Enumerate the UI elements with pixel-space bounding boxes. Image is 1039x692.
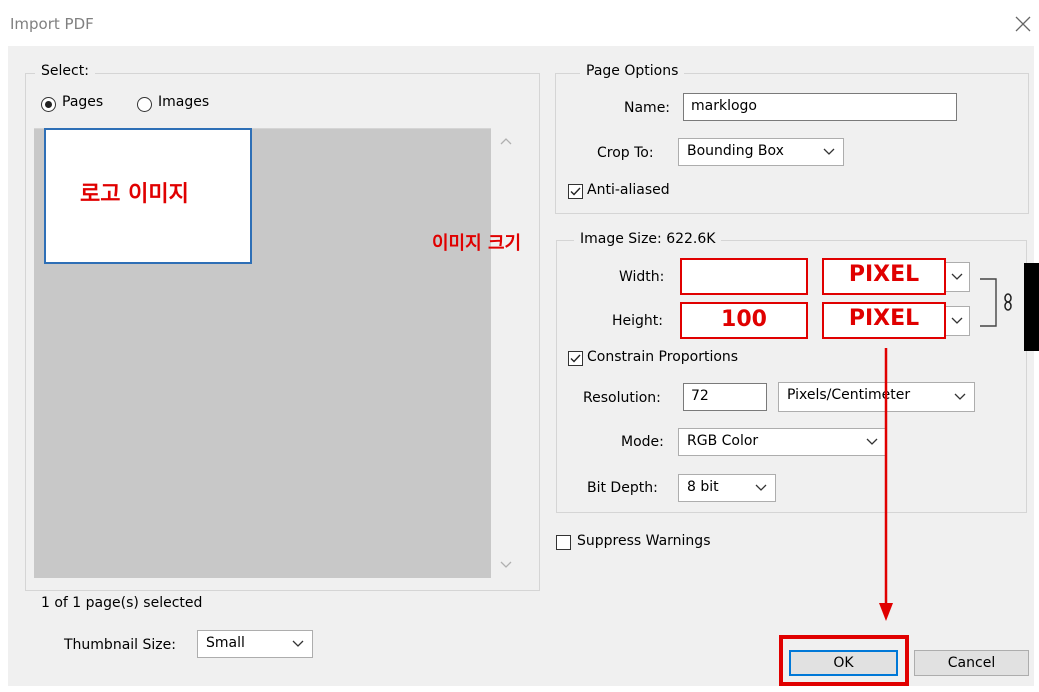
preview-scrollbar[interactable]	[491, 128, 521, 578]
cancel-button[interactable]: Cancel	[914, 650, 1029, 676]
page-thumbnail[interactable]: 로고 이미지	[44, 128, 252, 264]
chevron-down-icon	[755, 484, 767, 492]
mode-value: RGB Color	[687, 433, 759, 449]
pages-radio[interactable]	[41, 97, 56, 112]
crop-to-select[interactable]: Bounding Box	[678, 138, 844, 166]
crop-to-label: Crop To:	[597, 145, 654, 161]
chevron-down-icon	[823, 148, 835, 156]
suppress-warnings-checkbox[interactable]	[556, 535, 571, 550]
image-size-legend: Image Size: 622.6K	[574, 231, 722, 247]
name-label: Name:	[624, 100, 671, 116]
image-size-annotation: 이미지 크기	[432, 233, 522, 254]
thumbnail-size-value: Small	[206, 635, 245, 651]
bit-depth-value: 8 bit	[687, 479, 719, 495]
images-radio[interactable]	[137, 97, 152, 112]
chevron-down-icon	[292, 640, 304, 648]
select-legend: Select:	[35, 63, 95, 79]
close-icon[interactable]	[1013, 14, 1033, 34]
resolution-label: Resolution:	[583, 390, 661, 406]
title-bar	[0, 0, 1039, 45]
bit-depth-label: Bit Depth:	[587, 480, 658, 496]
height-unit-value: PIXEL	[848, 306, 920, 331]
constrain-proportions-label: Constrain Proportions	[587, 349, 739, 365]
window-title: Import PDF	[10, 15, 94, 33]
images-radio-label: Images	[158, 94, 210, 110]
thumbnail-size-select[interactable]: Small	[197, 630, 313, 658]
height-unit-box: PIXEL	[822, 302, 946, 339]
thumbnail-size-label: Thumbnail Size:	[64, 637, 176, 653]
width-label: Width:	[619, 269, 665, 285]
suppress-warnings-label: Suppress Warnings	[577, 533, 711, 549]
thumbnail-annotation: 로고 이미지	[80, 182, 189, 207]
height-input[interactable]: 100	[680, 302, 808, 339]
anti-aliased-label: Anti-aliased	[587, 182, 670, 198]
chevron-down-icon	[951, 317, 963, 325]
anti-aliased-checkbox[interactable]	[568, 184, 583, 199]
width-unit-value: PIXEL	[848, 262, 920, 287]
ok-button[interactable]: OK	[789, 650, 898, 676]
name-input[interactable]: marklogo	[683, 93, 957, 121]
pages-radio-label: Pages	[62, 94, 104, 110]
mode-label: Mode:	[621, 434, 664, 450]
page-options-legend: Page Options	[580, 63, 685, 79]
height-value: 100	[721, 307, 767, 332]
mode-select[interactable]: RGB Color	[678, 428, 887, 456]
bit-depth-select[interactable]: 8 bit	[678, 474, 776, 502]
width-unit-box: PIXEL	[822, 258, 946, 295]
chevron-down-icon	[951, 273, 963, 281]
width-input[interactable]	[680, 258, 808, 295]
link-proportions-icon[interactable]	[980, 276, 1020, 332]
resolution-input[interactable]: 72	[683, 383, 767, 411]
constrain-proportions-checkbox[interactable]	[568, 351, 583, 366]
scroll-edge-bar	[1024, 263, 1039, 351]
chevron-down-icon	[954, 393, 966, 401]
crop-to-value: Bounding Box	[687, 143, 784, 159]
height-label: Height:	[612, 313, 663, 329]
selection-status: 1 of 1 page(s) selected	[41, 595, 203, 611]
annotation-arrow	[876, 348, 896, 623]
